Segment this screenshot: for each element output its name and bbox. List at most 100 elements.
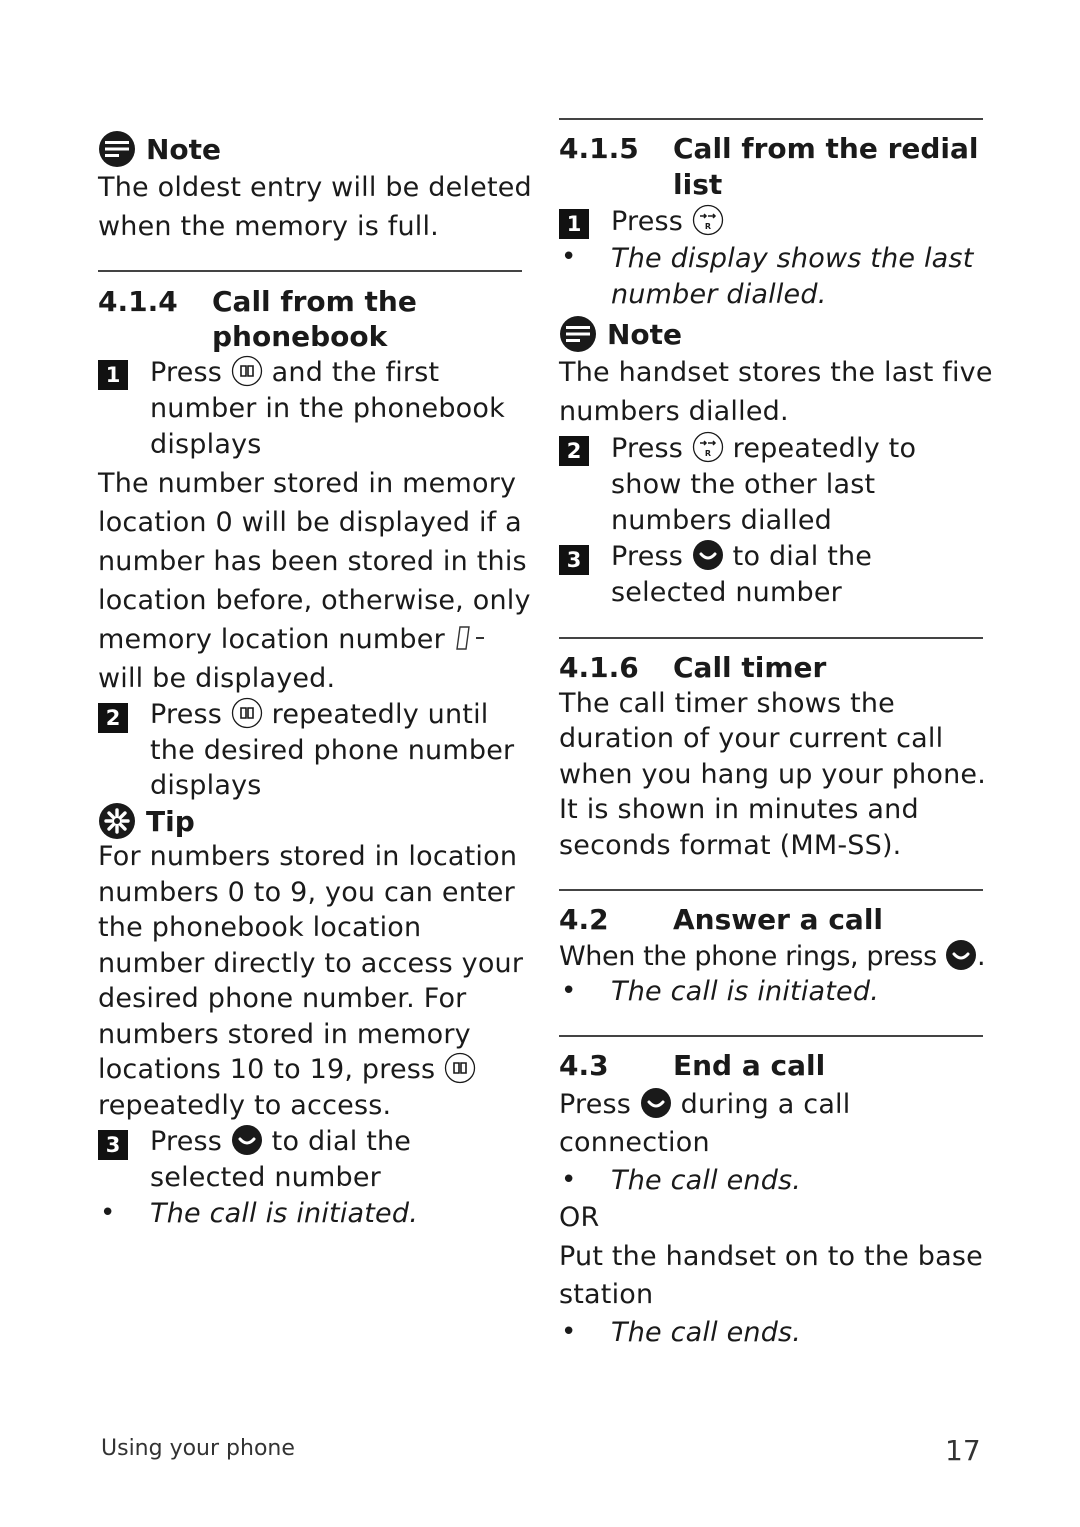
result-text: The call ends. — [611, 1165, 802, 1196]
step-text: selected number — [611, 577, 842, 608]
step-text: selected number — [150, 1162, 381, 1193]
step-text-part: Press — [611, 206, 684, 237]
paragraph-line: location 0 will be displayed if a — [98, 507, 522, 538]
step-badge: 3 — [559, 545, 589, 575]
section-title: Call timer — [673, 651, 827, 684]
paragraph-line: number has been stored in this — [98, 546, 527, 577]
bullet-icon: • — [561, 1317, 577, 1347]
paragraph-line: Press during a call — [559, 1087, 850, 1123]
step-text: Press R repeatedly to — [611, 431, 916, 467]
talk-button-icon — [640, 1087, 671, 1118]
step-text-part: Press — [150, 699, 223, 730]
talk-button-icon — [945, 939, 976, 970]
paragraph-text: during a call — [680, 1089, 851, 1120]
result-text: The display shows the last — [611, 243, 974, 274]
step-text: show the other last — [611, 469, 876, 500]
tip-line: For numbers stored in location — [98, 841, 518, 872]
paragraph-line: Put the handset on to the base — [559, 1241, 983, 1272]
section-number: 4.1.6 — [559, 651, 639, 684]
note-heading: Note — [559, 315, 682, 353]
paragraph-text: When the phone rings, press — [559, 941, 937, 972]
note-title: Note — [146, 132, 222, 166]
step-text: the desired phone number — [150, 735, 515, 766]
section-title: Answer a call — [673, 903, 884, 936]
note-title: Note — [607, 317, 683, 351]
paragraph-line: when you hang up your phone. — [559, 759, 986, 790]
section-number: 4.2 — [559, 903, 609, 936]
paragraph-line: seconds format (MM-SS). — [559, 830, 902, 861]
step-text: displays — [150, 770, 262, 801]
result-text: The call is initiated. — [150, 1198, 418, 1229]
redial-button-icon: R — [692, 204, 724, 235]
step-badge: 3 — [98, 1130, 128, 1160]
step-text-part: Press — [611, 541, 684, 572]
note-icon — [99, 131, 135, 167]
tip-line: repeatedly to access. — [98, 1090, 392, 1121]
phonebook-button-icon — [444, 1052, 476, 1083]
step-text: Press R — [611, 204, 724, 240]
step-text-part: to dial the — [732, 541, 873, 572]
paragraph-line: The number stored in memory — [98, 468, 517, 499]
tip-line: numbers 0 to 9, you can enter — [98, 877, 515, 908]
note-text-line: The oldest entry will be deleted — [98, 172, 532, 203]
step-text-part: and the first — [271, 357, 440, 388]
lcd-zero-dash-icon — [455, 625, 484, 650]
bullet-icon: • — [561, 242, 577, 272]
paragraph-line: memory location number — [98, 622, 488, 658]
section-number: 4.3 — [559, 1049, 609, 1082]
note-text-line: The handset stores the last five — [559, 357, 993, 388]
note-text-line: numbers dialled. — [559, 396, 789, 427]
step-text-part: repeatedly to — [732, 433, 917, 464]
result-text: number dialled. — [611, 279, 827, 310]
talk-button-icon — [231, 1124, 262, 1155]
paragraph-text: memory location number — [98, 624, 445, 655]
tip-text: locations 10 to 19, press — [98, 1054, 436, 1085]
step-text: displays — [150, 429, 262, 460]
section-number: 4.1.5 — [559, 132, 639, 165]
section-divider — [98, 270, 522, 272]
section-title: Call from the — [212, 285, 417, 318]
tip-title: Tip — [146, 804, 195, 838]
or-text: OR — [559, 1202, 600, 1233]
section-title-cont: list — [673, 168, 723, 201]
result-text: The call ends. — [611, 1317, 802, 1348]
note-text-line: when the memory is full. — [98, 211, 439, 242]
svg-text:R: R — [705, 449, 711, 458]
paragraph-line: will be displayed. — [98, 663, 336, 694]
note-heading: Note — [98, 130, 221, 168]
step-text: Press repeatedly until — [150, 697, 488, 733]
step-text: Press to dial the — [150, 1124, 411, 1160]
tip-line: numbers stored in memory — [98, 1019, 471, 1050]
note-icon — [560, 316, 596, 352]
step-badge: 2 — [98, 703, 128, 733]
step-badge: 1 — [559, 209, 589, 239]
page-number: 17 — [945, 1434, 981, 1467]
step-text: numbers dialled — [611, 505, 832, 536]
step-text-part: repeatedly until — [271, 699, 489, 730]
step-badge: 2 — [559, 436, 589, 466]
step-badge: 1 — [98, 360, 128, 390]
paragraph-line: When the phone rings, press . — [559, 939, 986, 975]
tip-heading: Tip — [98, 802, 195, 840]
paragraph-line: It is shown in minutes and — [559, 794, 919, 825]
svg-text:R: R — [705, 222, 711, 231]
section-title: End a call — [673, 1049, 826, 1082]
section-divider — [559, 118, 983, 120]
phonebook-button-icon — [231, 697, 263, 728]
paragraph-text: Press — [559, 1089, 632, 1120]
section-heading-4-1-4: 4.1.4 Call from the — [98, 284, 417, 320]
step-text: Press and the first — [150, 355, 439, 391]
tip-line: number directly to access your — [98, 948, 524, 979]
section-divider — [559, 637, 983, 639]
step-text: number in the phonebook — [150, 393, 505, 424]
bullet-icon: • — [561, 1165, 577, 1195]
section-heading-4-1-5: 4.1.5 Call from the redial — [559, 131, 979, 167]
tip-line: locations 10 to 19, press — [98, 1052, 476, 1088]
paragraph-line: location before, otherwise, only — [98, 585, 531, 616]
talk-button-icon — [692, 539, 723, 570]
phonebook-button-icon — [231, 355, 263, 386]
paragraph-line: station — [559, 1279, 654, 1310]
step-text-part: Press — [150, 357, 223, 388]
paragraph-line: connection — [559, 1127, 710, 1158]
footer-section-name: Using your phone — [101, 1436, 295, 1461]
